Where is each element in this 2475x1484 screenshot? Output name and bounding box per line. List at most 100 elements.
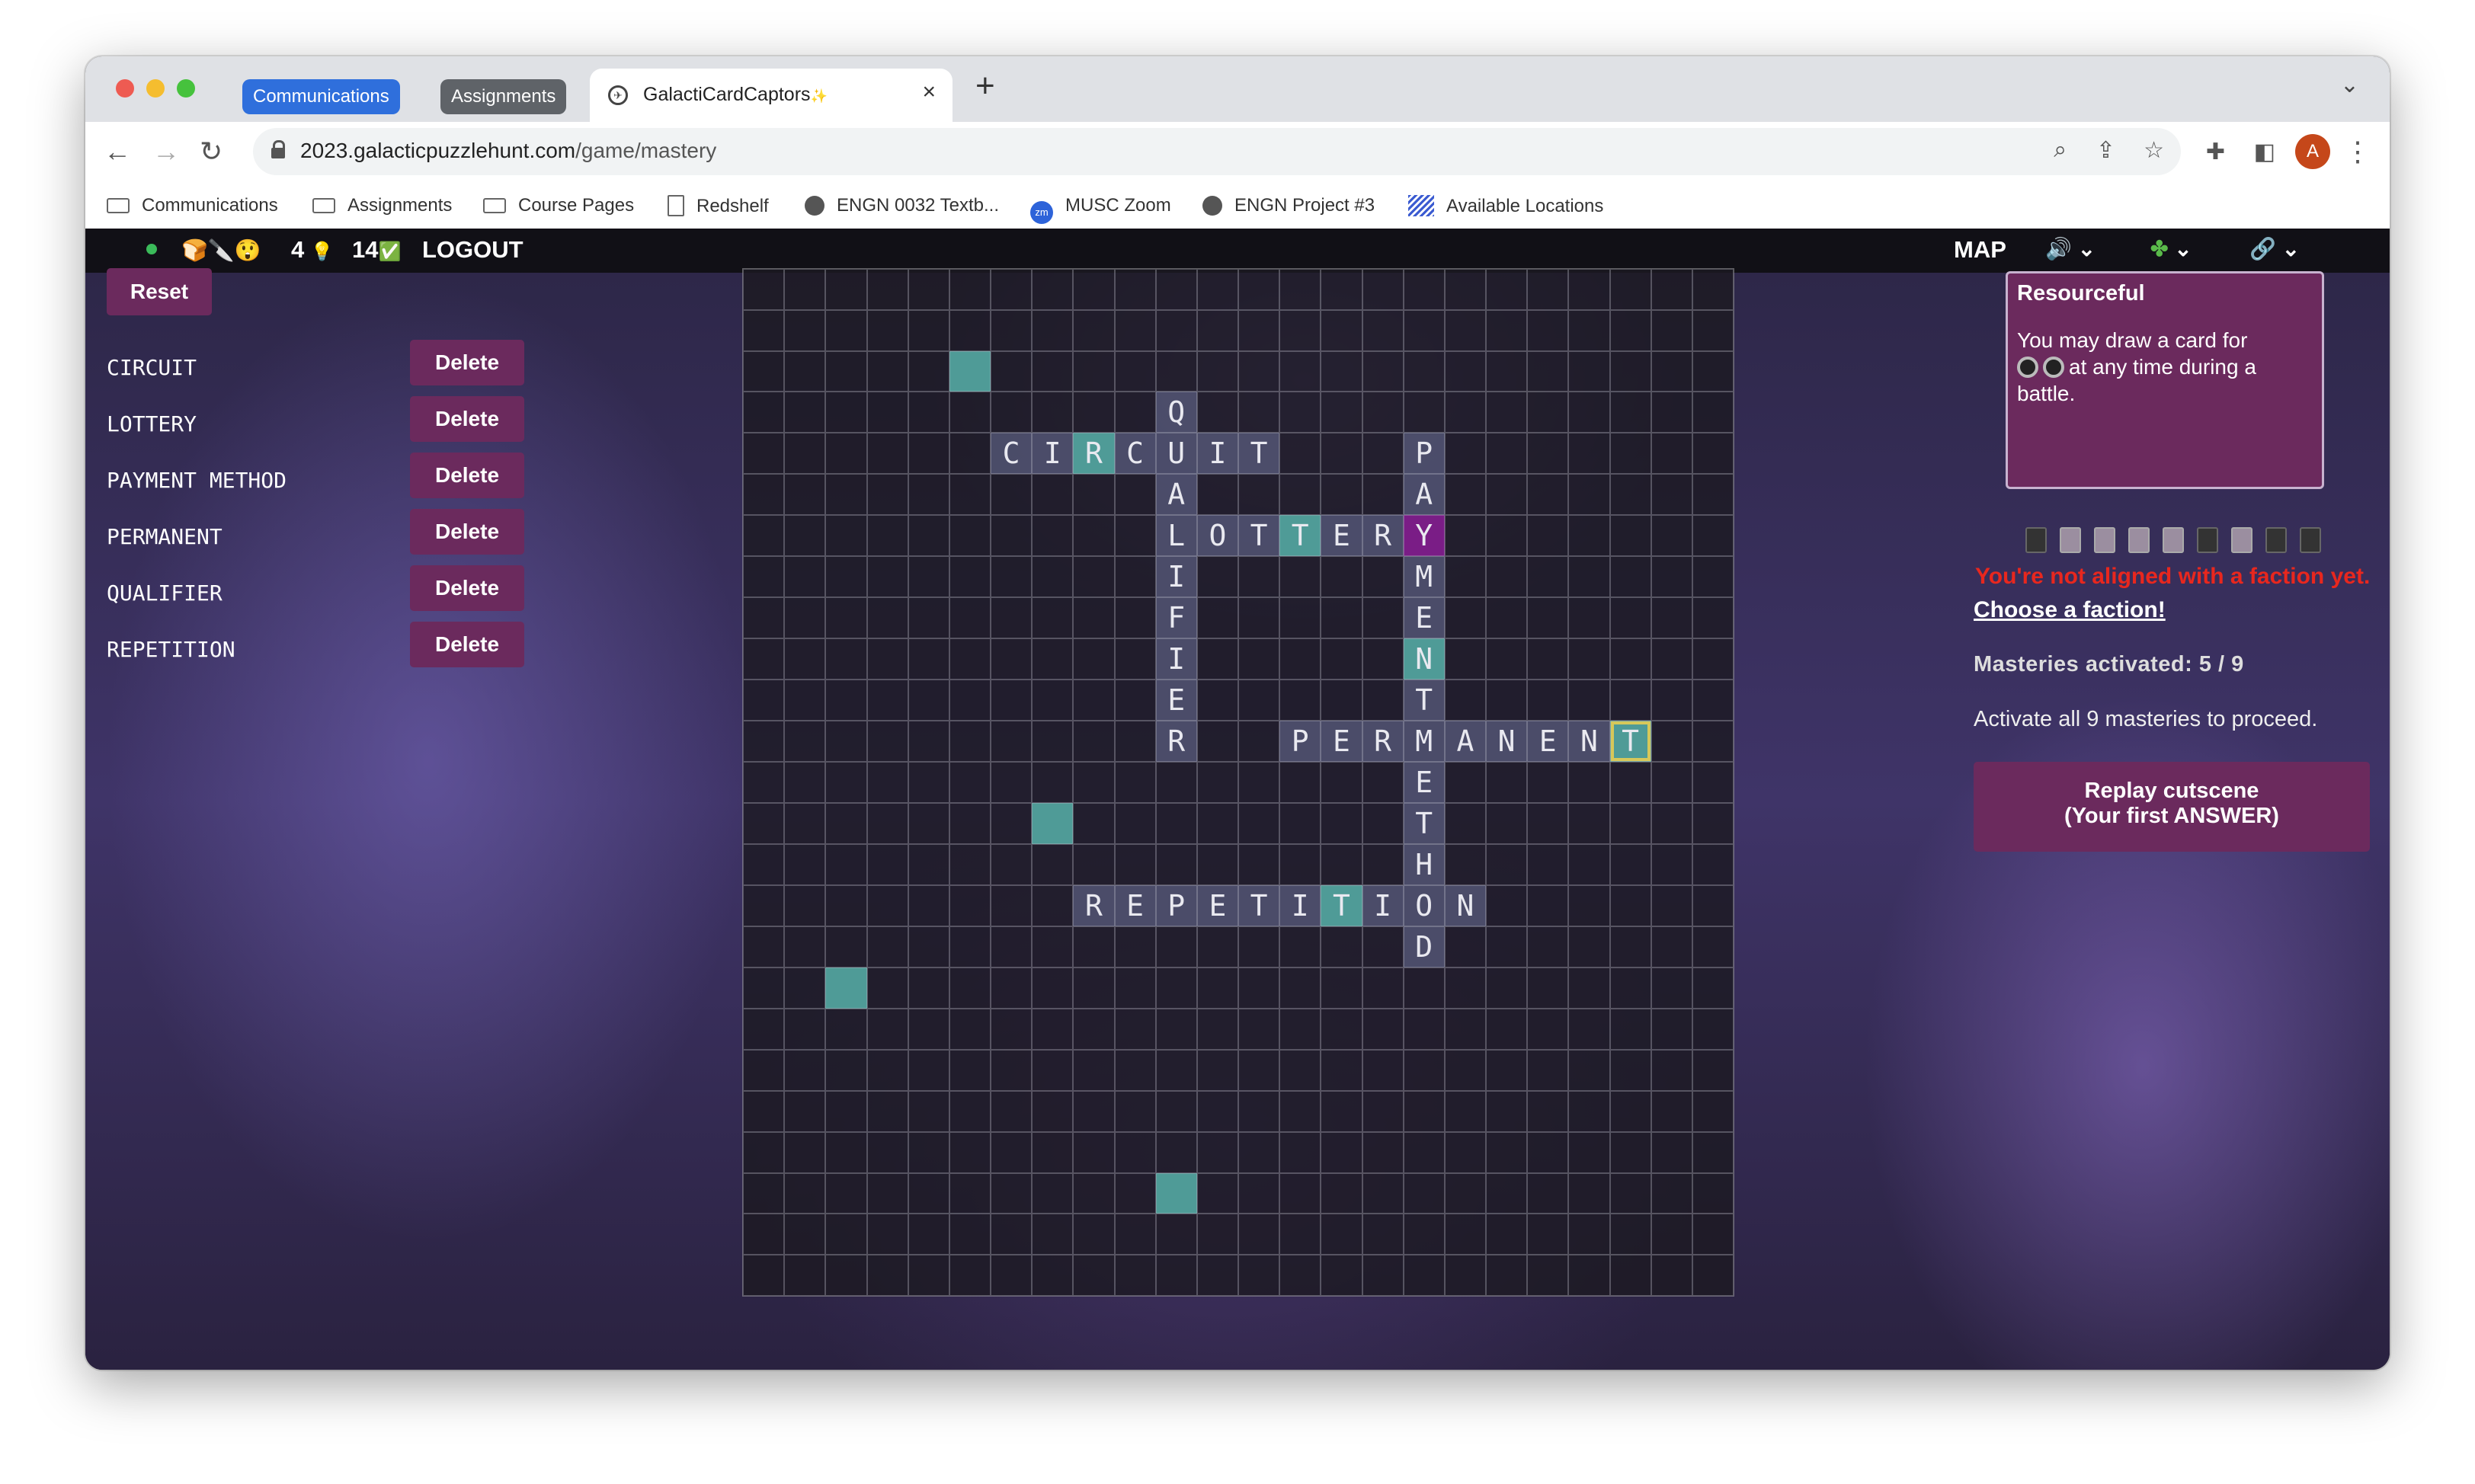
bookmark-musc-zoom[interactable]: zm MUSC Zoom <box>1030 195 1171 224</box>
grid-cell[interactable] <box>1073 1214 1115 1255</box>
grid-cell[interactable] <box>1692 680 1734 721</box>
grid-cell[interactable] <box>1651 967 1692 1009</box>
grid-cell[interactable] <box>1073 967 1115 1009</box>
grid-cell[interactable] <box>1609 309 1651 351</box>
grid-cell[interactable] <box>1032 556 1074 598</box>
grid-cell[interactable] <box>1444 350 1486 392</box>
grid-cell[interactable] <box>949 1255 991 1296</box>
grid-cell[interactable] <box>1032 392 1074 433</box>
grid-cell[interactable] <box>1114 926 1156 968</box>
grid-cell[interactable] <box>1527 1255 1569 1296</box>
grid-letter-cell[interactable]: U <box>1155 433 1197 475</box>
grid-cell[interactable] <box>784 1131 826 1173</box>
card-thumbnail-icon[interactable] <box>2025 527 2047 553</box>
grid-cell[interactable] <box>1568 638 1610 680</box>
grid-cell[interactable] <box>1527 350 1569 392</box>
grid-cell[interactable] <box>991 556 1033 598</box>
grid-letter-cell[interactable]: E <box>1321 721 1362 763</box>
grid-cell[interactable] <box>1321 803 1362 845</box>
grid-cell[interactable] <box>784 1172 826 1214</box>
grid-cell[interactable] <box>1486 1214 1528 1255</box>
grid-cell[interactable] <box>1362 392 1404 433</box>
grid-cell[interactable] <box>1238 392 1280 433</box>
grid-cell[interactable] <box>784 474 826 516</box>
grid-letter-cell[interactable]: T <box>1238 433 1280 475</box>
grid-cell[interactable] <box>866 1090 908 1132</box>
grid-cell[interactable] <box>1155 926 1197 968</box>
grid-cell[interactable] <box>1651 762 1692 804</box>
grid-cell[interactable] <box>1444 556 1486 598</box>
grid-cell[interactable] <box>825 1050 867 1091</box>
grid-cell[interactable] <box>1403 309 1445 351</box>
grid-cell[interactable] <box>743 638 785 680</box>
grid-letter-cell[interactable]: P <box>1403 433 1445 475</box>
grid-cell[interactable] <box>991 474 1033 516</box>
grid-cell[interactable] <box>1196 803 1238 845</box>
grid-cell[interactable] <box>1362 1255 1404 1296</box>
grid-cell[interactable] <box>1032 1131 1074 1173</box>
grid-cell[interactable] <box>1692 762 1734 804</box>
url-text[interactable]: 2023.galacticpuzzlehunt.com/game/mastery <box>300 139 716 163</box>
grid-cell[interactable] <box>1362 1214 1404 1255</box>
grid-cell[interactable] <box>1651 1090 1692 1132</box>
grid-cell[interactable] <box>743 926 785 968</box>
grid-cell[interactable] <box>991 350 1033 392</box>
grid-cell[interactable] <box>1114 269 1156 310</box>
grid-cell[interactable] <box>1238 556 1280 598</box>
grid-cell[interactable] <box>1238 762 1280 804</box>
grid-cell[interactable] <box>1651 433 1692 475</box>
grid-cell[interactable] <box>991 1131 1033 1173</box>
grid-cell[interactable] <box>784 1255 826 1296</box>
grid-cell[interactable] <box>1279 967 1321 1009</box>
grid-cell[interactable] <box>1279 1131 1321 1173</box>
delete-button[interactable]: Delete <box>410 509 524 555</box>
grid-cell[interactable] <box>949 1009 991 1051</box>
grid-cell[interactable] <box>1527 803 1569 845</box>
grid-letter-cell[interactable]: D <box>1403 926 1445 968</box>
grid-cell[interactable] <box>949 844 991 886</box>
grid-cell[interactable] <box>1155 1131 1197 1173</box>
grid-cell[interactable] <box>1114 1131 1156 1173</box>
grid-cell[interactable] <box>1486 680 1528 721</box>
grid-cell[interactable] <box>1527 392 1569 433</box>
grid-cell[interactable] <box>1155 1050 1197 1091</box>
grid-cell[interactable] <box>991 309 1033 351</box>
grid-letter-cell[interactable]: I <box>1032 433 1074 475</box>
grid-cell[interactable] <box>1651 1255 1692 1296</box>
grid-cell[interactable] <box>991 1214 1033 1255</box>
grid-cell[interactable] <box>1238 803 1280 845</box>
grid-cell[interactable] <box>784 844 826 886</box>
grid-cell[interactable] <box>1155 309 1197 351</box>
card-thumbnail-icon[interactable] <box>2231 527 2252 553</box>
share-icon[interactable]: ⇪ <box>2096 137 2115 164</box>
grid-cell[interactable] <box>866 597 908 639</box>
grid-cell[interactable] <box>1527 269 1569 310</box>
grid-cell[interactable] <box>1609 762 1651 804</box>
grid-cell[interactable] <box>866 638 908 680</box>
grid-cell[interactable] <box>1362 1090 1404 1132</box>
grid-cell[interactable] <box>949 597 991 639</box>
grid-cell[interactable] <box>1444 309 1486 351</box>
grid-cell[interactable] <box>1527 1050 1569 1091</box>
grid-cell[interactable] <box>1692 515 1734 557</box>
grid-cell[interactable] <box>825 762 867 804</box>
grid-cell[interactable] <box>1321 967 1362 1009</box>
grid-cell[interactable] <box>784 1090 826 1132</box>
grid-cell[interactable] <box>784 1214 826 1255</box>
grid-cell[interactable] <box>908 1050 949 1091</box>
grid-cell[interactable] <box>908 762 949 804</box>
grid-cell[interactable] <box>1279 433 1321 475</box>
grid-cell[interactable] <box>991 803 1033 845</box>
grid-letter-cell[interactable]: E <box>1403 597 1445 639</box>
grid-letter-cell[interactable]: I <box>1155 638 1197 680</box>
grid-cell[interactable] <box>743 762 785 804</box>
grid-cell[interactable] <box>866 1172 908 1214</box>
grid-cell[interactable] <box>1651 680 1692 721</box>
grid-cell[interactable] <box>1362 803 1404 845</box>
grid-cell[interactable] <box>1032 680 1074 721</box>
grid-cell[interactable] <box>908 350 949 392</box>
grid-cell[interactable] <box>1444 1090 1486 1132</box>
grid-cell[interactable] <box>1609 1255 1651 1296</box>
bookmark-course-pages[interactable]: Course Pages <box>483 195 634 216</box>
grid-cell[interactable] <box>1486 926 1528 968</box>
